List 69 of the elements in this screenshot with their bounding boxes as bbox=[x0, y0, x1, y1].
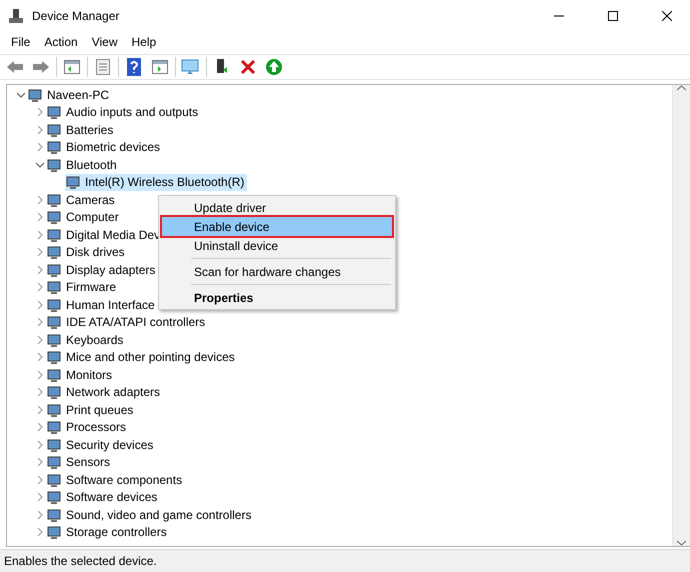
device-icon bbox=[46, 366, 62, 383]
device-icon bbox=[46, 384, 62, 400]
menu-item[interactable]: Enable device bbox=[162, 217, 392, 236]
app-icon bbox=[8, 8, 24, 24]
device-icon bbox=[46, 349, 62, 366]
tree-item[interactable]: Software devices bbox=[46, 488, 160, 506]
tree-item[interactable]: Monitors bbox=[46, 366, 116, 384]
scroll-down-icon[interactable] bbox=[677, 540, 686, 546]
menu-item[interactable]: Update driver bbox=[162, 198, 392, 217]
tree-item[interactable]: Audio inputs and outputs bbox=[46, 104, 202, 121]
tree-item[interactable]: Biometric devices bbox=[46, 138, 164, 156]
menu-item[interactable]: Scan for hardware changes bbox=[162, 262, 392, 281]
menu-item[interactable]: Help bbox=[124, 35, 164, 49]
tree-item[interactable]: Intel(R) Wireless Bluetooth(R) bbox=[65, 174, 248, 191]
device-icon bbox=[46, 489, 62, 506]
device-icon bbox=[46, 209, 62, 226]
tree-item[interactable]: Batteries bbox=[46, 121, 116, 138]
device-icon bbox=[46, 332, 62, 348]
device-icon bbox=[46, 226, 62, 243]
tree-item[interactable]: Sensors bbox=[46, 454, 114, 471]
tree-item[interactable]: Keyboards bbox=[46, 331, 126, 348]
tree-item[interactable]: Security devices bbox=[46, 436, 156, 454]
device-icon bbox=[46, 156, 62, 173]
tree-item[interactable]: Firmware bbox=[46, 278, 119, 296]
tree-item[interactable]: Software components bbox=[46, 471, 186, 488]
scrollbar[interactable] bbox=[672, 85, 690, 546]
device-icon bbox=[46, 244, 62, 260]
device-icon bbox=[46, 472, 62, 488]
device-icon bbox=[46, 192, 62, 208]
tree-item[interactable]: Processors bbox=[46, 418, 130, 436]
device-icon bbox=[46, 104, 62, 120]
status-text: Enables the selected device. bbox=[4, 554, 157, 568]
device-icon bbox=[46, 524, 62, 540]
close-icon bbox=[662, 11, 672, 21]
menu-item[interactable]: Uninstall device bbox=[162, 236, 392, 255]
menu-item[interactable]: Properties bbox=[162, 288, 392, 307]
tree-item[interactable]: Storage controllers bbox=[46, 524, 170, 541]
device-icon bbox=[46, 122, 62, 138]
enable-arrow-icon[interactable] bbox=[263, 56, 285, 78]
tree-item[interactable]: IDE ATA/ATAPI controllers bbox=[46, 314, 208, 331]
tree-item[interactable]: Computer bbox=[46, 208, 122, 226]
tree-item[interactable]: Sound, video and game controllers bbox=[46, 506, 254, 524]
menu-item[interactable]: View bbox=[84, 35, 124, 49]
device-icon bbox=[46, 454, 62, 470]
device-icon bbox=[46, 296, 62, 313]
scroll-up-icon[interactable] bbox=[677, 85, 686, 91]
tree-item[interactable]: Naveen-PC bbox=[27, 86, 112, 104]
tree-item[interactable]: Cameras bbox=[46, 191, 118, 208]
maximize-icon bbox=[608, 11, 618, 21]
menu-item[interactable]: Action bbox=[37, 35, 85, 49]
tree-item[interactable]: Display adapters bbox=[46, 261, 158, 278]
tree-item[interactable]: Human Interface bbox=[46, 296, 158, 314]
device-icon bbox=[46, 139, 62, 156]
device-icon bbox=[46, 419, 62, 436]
device-icon bbox=[46, 262, 62, 278]
device-icon bbox=[46, 314, 62, 330]
device-icon bbox=[46, 506, 62, 523]
device-icon bbox=[46, 279, 62, 296]
tree-item[interactable]: Print queues bbox=[46, 401, 136, 418]
device-icon bbox=[46, 402, 62, 418]
tree-item[interactable]: Disk drives bbox=[46, 244, 128, 261]
device-icon bbox=[27, 86, 43, 103]
tree-item[interactable]: Mice and other pointing devices bbox=[46, 348, 238, 366]
menu-item[interactable]: File bbox=[4, 35, 38, 49]
device-icon bbox=[65, 174, 81, 190]
tree-item[interactable]: Network adapters bbox=[46, 384, 164, 401]
tree-item[interactable]: Bluetooth bbox=[46, 156, 120, 174]
device-icon bbox=[46, 436, 62, 453]
window-title: Device Manager bbox=[32, 9, 120, 23]
